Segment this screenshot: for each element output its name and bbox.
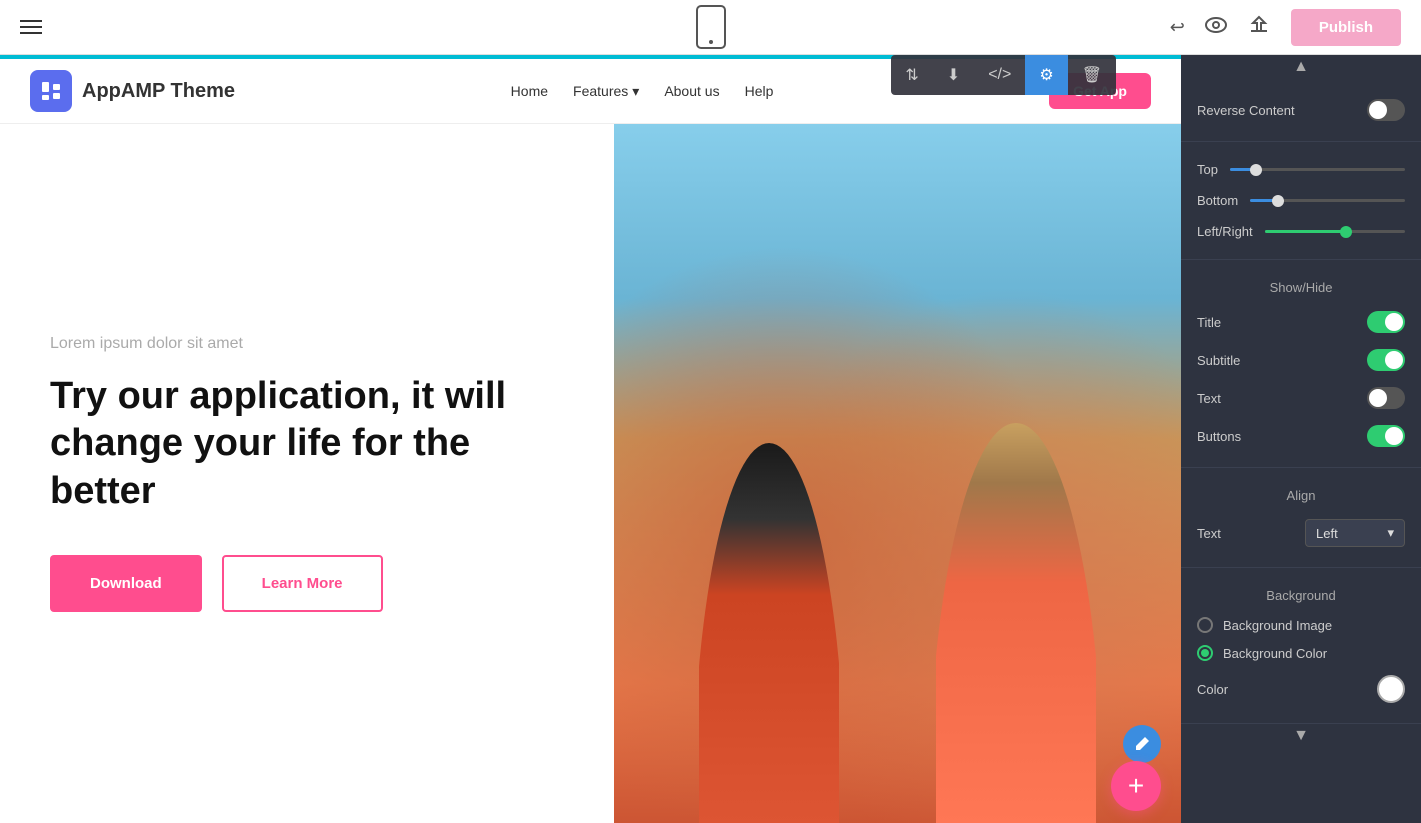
- bottom-label: Bottom: [1197, 193, 1238, 208]
- left-right-slider[interactable]: [1265, 230, 1405, 233]
- right-panel: ▲ Reverse Content Top: [1181, 55, 1421, 823]
- site-logo: AppAMP Theme: [30, 70, 235, 112]
- align-section: Align Text Left ▾: [1181, 468, 1421, 568]
- reverse-content-toggle[interactable]: [1367, 99, 1405, 121]
- main-area: AppAMP Theme Home Features ▾ About us He…: [0, 55, 1421, 823]
- color-swatch[interactable]: [1377, 675, 1405, 703]
- title-label: Title: [1197, 315, 1221, 330]
- buttons-label: Buttons: [1197, 429, 1241, 444]
- bg-image-label: Background Image: [1223, 618, 1332, 633]
- hamburger-menu[interactable]: [20, 20, 42, 34]
- nav-about[interactable]: About us: [664, 83, 719, 99]
- text-align-dropdown[interactable]: Left ▾: [1305, 519, 1405, 547]
- bg-image-radio[interactable]: [1197, 617, 1213, 633]
- canvas: AppAMP Theme Home Features ▾ About us He…: [0, 55, 1181, 823]
- reverse-content-label: Reverse Content: [1197, 103, 1295, 118]
- background-heading: Background: [1197, 580, 1405, 611]
- sliders-section: Top Bottom Left/Right: [1181, 142, 1421, 260]
- title-toggle[interactable]: [1367, 311, 1405, 333]
- section-action-bar: ⇅ ⬇ </> ⚙ 🗑: [891, 55, 1116, 95]
- hero-image: [614, 124, 1181, 823]
- logo-icon: [30, 70, 72, 112]
- bg-color-label: Background Color: [1223, 646, 1327, 661]
- scroll-down-button[interactable]: ▼: [1181, 724, 1421, 748]
- hero-subtitle: Lorem ipsum dolor sit amet: [50, 335, 564, 353]
- show-hide-heading: Show/Hide: [1197, 272, 1405, 303]
- undo-icon[interactable]: ↩: [1170, 17, 1185, 38]
- background-section: Background Background Image Background C…: [1181, 568, 1421, 724]
- bottom-slider[interactable]: [1250, 199, 1405, 202]
- learn-more-button[interactable]: Learn More: [222, 555, 383, 612]
- top-label: Top: [1197, 162, 1218, 177]
- text-label: Text: [1197, 391, 1221, 406]
- subtitle-toggle[interactable]: [1367, 349, 1405, 371]
- nav-home[interactable]: Home: [511, 83, 548, 99]
- site-nav: Home Features ▾ About us Help: [511, 83, 774, 100]
- download-section-button[interactable]: ⬇: [933, 55, 974, 95]
- left-right-label: Left/Right: [1197, 224, 1253, 239]
- hero-section: Lorem ipsum dolor sit amet Try our appli…: [0, 124, 1181, 823]
- hero-title: Try our application, it will change your…: [50, 373, 564, 516]
- color-label: Color: [1197, 682, 1228, 697]
- code-button[interactable]: </>: [974, 56, 1025, 94]
- bg-image-row: Background Image: [1197, 611, 1405, 639]
- delete-button[interactable]: 🗑: [1068, 55, 1116, 95]
- logo-text: AppAMP Theme: [82, 80, 235, 103]
- scroll-up-button[interactable]: ▲: [1181, 55, 1421, 79]
- publish-button[interactable]: Publish: [1291, 9, 1401, 46]
- chevron-down-icon: ▾: [1387, 525, 1394, 541]
- reverse-content-section: Reverse Content: [1181, 79, 1421, 142]
- nav-features[interactable]: Features ▾: [573, 83, 639, 100]
- settings-button[interactable]: ⚙: [1025, 55, 1067, 95]
- buttons-toggle[interactable]: [1367, 425, 1405, 447]
- hero-right: [614, 124, 1181, 823]
- nav-help[interactable]: Help: [745, 83, 774, 99]
- bg-color-row: Background Color: [1197, 639, 1405, 667]
- phone-preview-icon[interactable]: [696, 5, 726, 49]
- reorder-button[interactable]: ⇅: [891, 55, 932, 95]
- edit-floating-button[interactable]: [1123, 725, 1161, 763]
- preview-icon[interactable]: [1205, 17, 1227, 38]
- top-toolbar: ↩ Publish: [0, 0, 1421, 55]
- bg-color-radio[interactable]: [1197, 645, 1213, 661]
- top-slider[interactable]: [1230, 168, 1405, 171]
- add-floating-button[interactable]: +: [1111, 761, 1161, 811]
- hero-buttons: Download Learn More: [50, 555, 564, 612]
- hero-left: Lorem ipsum dolor sit amet Try our appli…: [0, 124, 614, 823]
- subtitle-label: Subtitle: [1197, 353, 1240, 368]
- show-hide-section: Show/Hide Title Subtitle Text: [1181, 260, 1421, 468]
- text-toggle[interactable]: [1367, 387, 1405, 409]
- align-heading: Align: [1197, 480, 1405, 511]
- download-button[interactable]: Download: [50, 555, 202, 612]
- chevron-down-icon: ▾: [632, 83, 639, 100]
- cloud-publish-icon[interactable]: [1247, 15, 1271, 40]
- text-align-label: Text: [1197, 526, 1221, 541]
